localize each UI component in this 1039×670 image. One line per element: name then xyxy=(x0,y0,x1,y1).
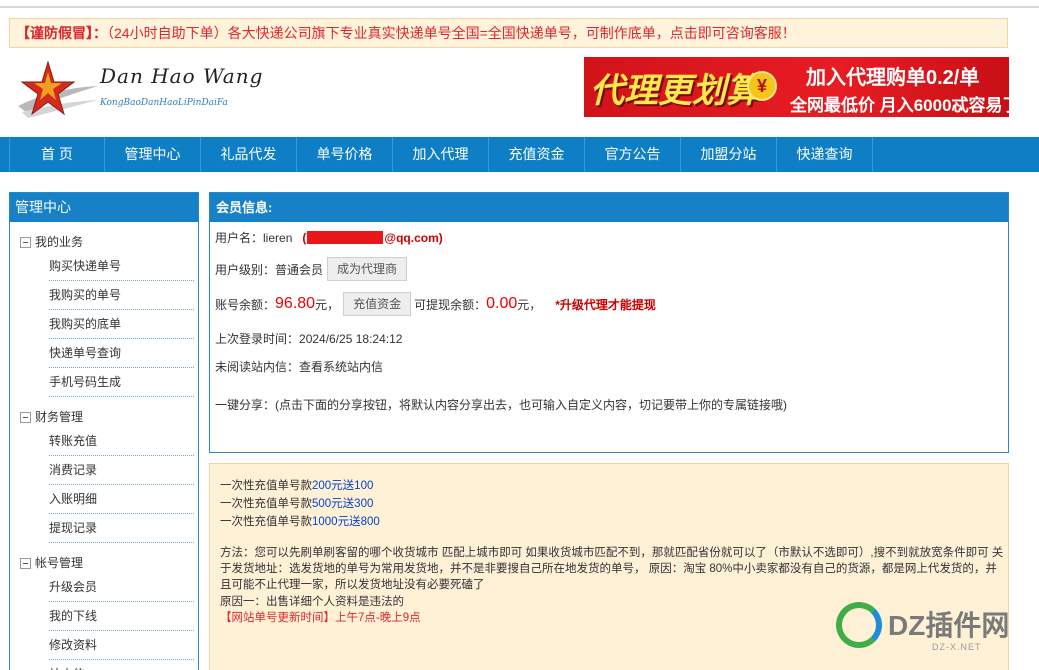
agent-banner[interactable]: 代理更划算 ¥ 加入代理购单0.2/单 全网最低价 月入6000忒容易了! xyxy=(584,57,1009,117)
email-redaction xyxy=(307,231,384,244)
promo-offer-link[interactable]: 500元送300 xyxy=(312,498,373,510)
reason-text: 原因一：出售详细个人资料是违法的 xyxy=(220,596,404,608)
notice-bar[interactable]: 【谨防假冒】：（24小时自助下单）各大快递公司旗下专业真实快递单号全国=全国快递… xyxy=(9,18,1008,48)
collapse-icon[interactable] xyxy=(20,236,31,248)
watermark-domain: DZ-X.NET xyxy=(932,642,982,652)
view-messages-link[interactable]: 查看系统站内信 xyxy=(299,358,383,375)
dz-logo-icon xyxy=(836,602,882,648)
last-login-row: 上次登录时间： 2024/6/25 18:24:12 xyxy=(215,330,402,347)
nav-home[interactable]: 首 页 xyxy=(9,137,105,172)
sidebar-item-downline[interactable]: 我的下线 xyxy=(49,602,194,631)
withdraw-currency: 元， xyxy=(517,297,542,312)
star-logo-icon xyxy=(18,60,98,118)
sidebar-group-toggle[interactable]: 帐号管理 xyxy=(20,553,198,573)
nav-tracking[interactable]: 快递查询 xyxy=(777,137,873,172)
unread-label: 未阅读站内信： xyxy=(215,360,300,374)
logo-subtext: KongBaoDanHaoLiPinDaiFa xyxy=(100,98,228,108)
sidebar-item-phone-generator[interactable]: 手机号码生成 xyxy=(49,368,194,397)
nav-franchise[interactable]: 加盟分站 xyxy=(681,137,777,172)
promo-line: 一次性充值单号款500元送300 xyxy=(220,495,373,511)
nav-management[interactable]: 管理中心 xyxy=(105,137,201,172)
recharge-button[interactable]: 充值资金 xyxy=(343,292,412,316)
notice-prefix: 【谨防假冒】： xyxy=(16,25,107,41)
promo-offer-link[interactable]: 200元送100 xyxy=(312,480,373,492)
member-panel-title: 会员信息: xyxy=(210,193,1008,222)
sidebar-item-my-tracking[interactable]: 我购买的单号 xyxy=(49,281,194,310)
username-value: lieren xyxy=(263,230,293,245)
balance-label: 账号余额： xyxy=(215,297,276,312)
level-row: 用户级别： 普通会员 成为代理商 xyxy=(215,257,408,281)
watermark: DZ插件网 DZ-X.NET xyxy=(836,598,1036,658)
collapse-icon[interactable] xyxy=(20,557,31,569)
sidebar-item-income[interactable]: 入账明细 xyxy=(49,485,194,514)
sidebar-group-toggle[interactable]: 财务管理 xyxy=(20,407,198,427)
logo-brand-text: Dan Hao Wang xyxy=(100,64,264,88)
sidebar-item-messages[interactable]: 站内信 xyxy=(49,660,194,670)
nav-announcements[interactable]: 官方公告 xyxy=(585,137,681,172)
unread-row: 未阅读站内信： 查看系统站内信 xyxy=(215,358,383,375)
promo-prefix: 一次性充值单号款 xyxy=(220,498,312,510)
withdraw-tip: *升级代理才能提现 xyxy=(555,297,656,312)
sidebar-item-my-receipts[interactable]: 我购买的底单 xyxy=(49,310,194,339)
site-logo[interactable]: Dan Hao Wang KongBaoDanHaoLiPinDaiFa xyxy=(14,58,262,120)
share-description: (点击下面的分享按钮，将默认内容分享出去，也可输入自定义内容，切记要带上你的专属… xyxy=(275,398,788,412)
share-row: 一键分享： (点击下面的分享按钮，将默认内容分享出去，也可输入自定义内容，切记要… xyxy=(215,396,787,413)
nav-recharge[interactable]: 充值资金 xyxy=(489,137,585,172)
sidebar-group-label: 财务管理 xyxy=(35,410,84,424)
username-label: 用户名： xyxy=(215,231,264,245)
coin-icon: ¥ xyxy=(747,71,777,101)
sidebar-item-spending[interactable]: 消费记录 xyxy=(49,456,194,485)
sidebar-group-label: 帐号管理 xyxy=(35,556,84,570)
last-login-label: 上次登录时间： xyxy=(215,332,300,346)
balance-row: 账号余额： 96.80 元， 充值资金 可提现余额： 0.00 元， *升级代理… xyxy=(215,292,656,316)
method-text: 方法：您可以先刷单刷客留的哪个收货城市 匹配上城市即可 如果收货城市匹配不到，那… xyxy=(220,547,1004,591)
balance-currency: 元， xyxy=(315,297,340,312)
email-suffix: @qq.com) xyxy=(384,230,443,245)
sidebar-item-withdrawals[interactable]: 提现记录 xyxy=(49,514,194,543)
balance-value: 96.80 xyxy=(275,295,316,312)
nav-prices[interactable]: 单号价格 xyxy=(297,137,393,172)
banner-line1: 加入代理购单0.2/单 xyxy=(806,67,980,89)
update-time-text: 【网站单号更新时间】上午7点-晚上9点 xyxy=(220,612,421,624)
promo-line: 一次性充值单号款200元送100 xyxy=(220,477,373,493)
promo-prefix: 一次性充值单号款 xyxy=(220,516,312,528)
email-open: ( xyxy=(302,230,307,245)
top-divider xyxy=(0,6,1039,8)
promo-prefix: 一次性充值单号款 xyxy=(220,480,312,492)
level-label: 用户级别： xyxy=(215,262,276,277)
sidebar-item-transfer[interactable]: 转账充值 xyxy=(49,427,194,456)
sidebar-item-edit-profile[interactable]: 修改资料 xyxy=(49,631,194,660)
email-display: ( @qq.com) xyxy=(302,231,442,245)
sidebar-group-finance: 财务管理 转账充值 消费记录 入账明细 提现记录 xyxy=(10,407,198,543)
level-value: 普通会员 xyxy=(275,262,324,277)
nav-gift-delivery[interactable]: 礼品代发 xyxy=(201,137,297,172)
username-row: 用户名： lieren ( @qq.com) xyxy=(215,229,443,246)
last-login-value: 2024/6/25 18:24:12 xyxy=(299,331,403,346)
withdraw-label: 可提现余额： xyxy=(414,297,487,312)
sidebar-title: 管理中心 xyxy=(10,193,198,222)
notice-text: （24小时自助下单）各大快递公司旗下专业真实快递单号全国=全国快递单号，可制作底… xyxy=(107,25,796,41)
sidebar-group-toggle[interactable]: 我的业务 xyxy=(20,232,198,252)
sidebar-group-business: 我的业务 购买快递单号 我购买的单号 我购买的底单 快递单号查询 手机号码生成 xyxy=(10,232,198,397)
banner-line2: 全网最低价 月入6000忒容易了! xyxy=(790,96,1009,115)
promo-line: 一次性充值单号款1000元送800 xyxy=(220,513,380,529)
sidebar: 管理中心 我的业务 购买快递单号 我购买的单号 我购买的底单 快递单号查询 手机… xyxy=(9,192,199,670)
nav-join-agent[interactable]: 加入代理 xyxy=(393,137,489,172)
promo-offer-link[interactable]: 1000元送800 xyxy=(312,516,380,528)
sidebar-item-upgrade[interactable]: 升级会员 xyxy=(49,573,194,602)
watermark-text: DZ插件网 xyxy=(888,610,1010,641)
share-label: 一键分享： xyxy=(215,398,276,412)
sidebar-group-label: 我的业务 xyxy=(35,235,84,249)
main-nav: 首 页 管理中心 礼品代发 单号价格 加入代理 充值资金 官方公告 加盟分站 快… xyxy=(0,137,1039,172)
sidebar-item-buy-tracking[interactable]: 购买快递单号 xyxy=(49,252,194,281)
sidebar-item-tracking-query[interactable]: 快递单号查询 xyxy=(49,339,194,368)
sidebar-group-account: 帐号管理 升级会员 我的下线 修改资料 站内信 xyxy=(10,553,198,670)
banner-headline: 代理更划算 xyxy=(590,72,760,110)
withdraw-value: 0.00 xyxy=(486,295,518,312)
collapse-icon[interactable] xyxy=(20,411,31,423)
become-agent-button[interactable]: 成为代理商 xyxy=(327,257,408,281)
member-info-panel: 会员信息: 用户名： lieren ( @qq.com) 用户级别： 普通会员 … xyxy=(209,192,1009,453)
